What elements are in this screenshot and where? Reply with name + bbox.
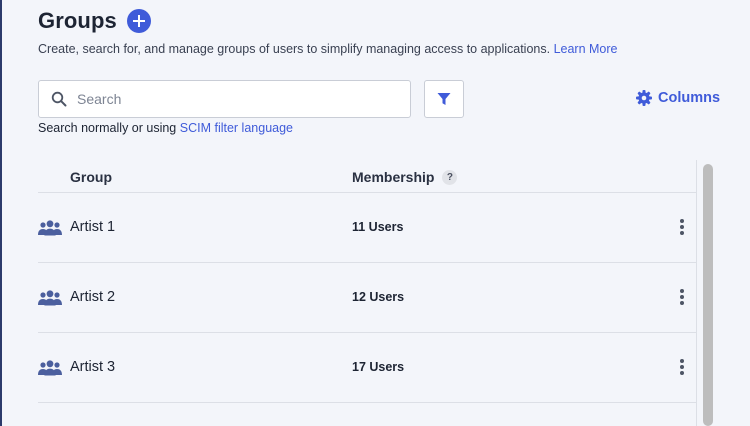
filter-icon [437,93,451,105]
columns-button[interactable]: Columns [636,90,720,106]
plus-icon [132,15,145,27]
search-field[interactable] [38,80,411,118]
membership-help-icon[interactable]: ? [442,169,458,185]
search-icon [51,91,67,107]
columns-label: Columns [658,90,721,106]
table-right-border [696,160,697,426]
search-hint: Search normally or using SCIM filter lan… [38,121,293,135]
group-icon [38,290,62,306]
gear-icon [636,90,652,106]
membership-count: 12 Users [352,290,405,304]
filter-button[interactable] [424,80,464,118]
table-row[interactable]: Artist 2 12 Users [38,263,697,333]
column-header-group[interactable]: Group [70,169,112,185]
row-actions-menu-icon[interactable] [672,287,692,307]
membership-header-label: Membership [352,169,435,185]
row-actions-menu-icon[interactable] [672,217,692,237]
column-header-membership[interactable]: Membership ? [352,169,458,185]
row-actions-menu-icon[interactable] [672,357,692,377]
table-header: Group Membership ? [38,160,697,193]
window-left-edge [0,0,2,426]
add-group-button[interactable] [126,9,151,33]
title-row: Groups [38,8,151,34]
search-hint-text: Search normally or using [38,121,177,135]
learn-more-link[interactable]: Learn More [554,42,618,56]
search-input[interactable] [77,91,377,107]
group-name[interactable]: Artist 1 [70,219,115,235]
group-name[interactable]: Artist 3 [70,359,115,375]
page-title: Groups [38,8,117,33]
page-description: Create, search for, and manage groups of… [38,42,618,56]
description-text: Create, search for, and manage groups of… [38,42,551,56]
group-name[interactable]: Artist 2 [70,289,115,305]
group-icon [38,360,62,376]
groups-table: Group Membership ? Artist 1 11 Users Art… [38,160,697,403]
scim-filter-link[interactable]: SCIM filter language [180,121,293,135]
membership-count: 11 Users [352,220,404,234]
table-row[interactable]: Artist 3 17 Users [38,333,697,403]
table-row[interactable]: Artist 1 11 Users [38,193,697,263]
membership-count: 17 Users [352,360,405,374]
group-icon [38,220,62,236]
scrollbar-thumb[interactable] [703,164,713,426]
